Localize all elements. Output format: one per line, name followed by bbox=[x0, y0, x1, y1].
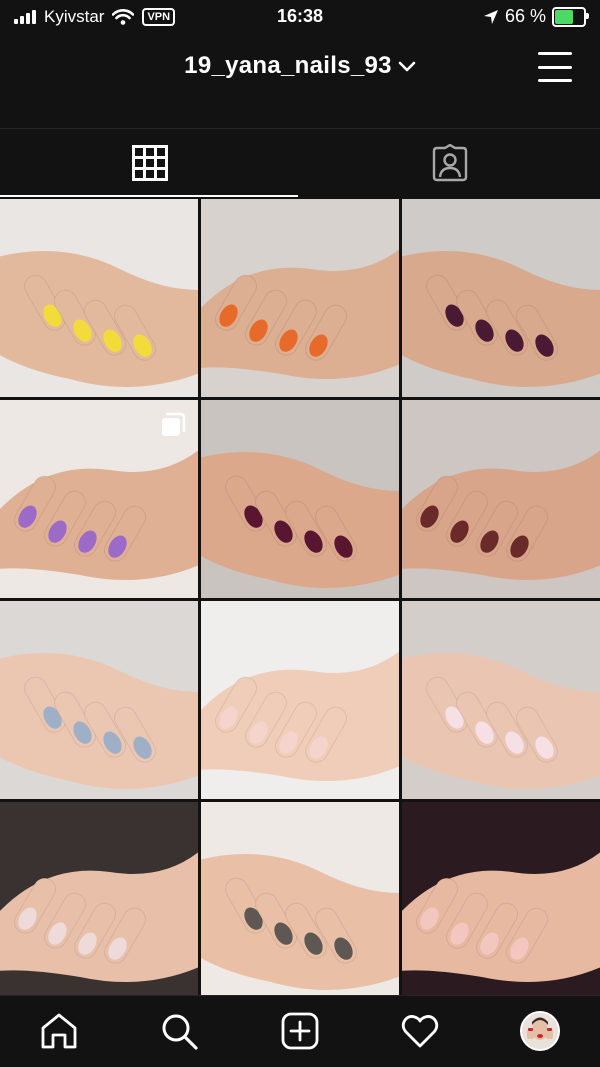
status-right: 66 % bbox=[483, 6, 589, 27]
nav-activity[interactable] bbox=[398, 1009, 442, 1053]
post-image bbox=[201, 199, 399, 397]
profile-avatar-icon bbox=[520, 1011, 560, 1051]
menu-line bbox=[538, 65, 572, 69]
grid-icon bbox=[132, 145, 168, 181]
home-icon bbox=[41, 1013, 77, 1049]
nav-home[interactable] bbox=[37, 1009, 81, 1053]
nav-new-post[interactable] bbox=[278, 1009, 322, 1053]
post-image bbox=[201, 601, 399, 799]
chevron-down-icon bbox=[398, 61, 416, 71]
post-image bbox=[201, 400, 399, 598]
post-thumbnail[interactable] bbox=[201, 601, 399, 799]
post-thumbnail[interactable] bbox=[402, 400, 600, 598]
profile-header: 19_yana_nails_93 bbox=[0, 36, 600, 129]
post-thumbnail[interactable] bbox=[0, 802, 198, 995]
nav-search[interactable] bbox=[157, 1009, 201, 1053]
tab-grid[interactable] bbox=[0, 129, 300, 197]
post-image bbox=[201, 802, 399, 995]
status-bar: Kyivstar VPN 16:38 66 % bbox=[0, 0, 600, 36]
post-image bbox=[0, 802, 198, 995]
heart-icon bbox=[401, 1015, 439, 1048]
menu-button[interactable] bbox=[538, 50, 572, 84]
post-thumbnail[interactable] bbox=[201, 400, 399, 598]
post-thumbnail[interactable] bbox=[0, 601, 198, 799]
account-switcher[interactable]: 19_yana_nails_93 bbox=[0, 52, 600, 80]
bottom-nav bbox=[0, 995, 600, 1067]
location-arrow-icon bbox=[483, 9, 498, 24]
post-thumbnail[interactable] bbox=[402, 199, 600, 397]
battery-percent: 66 % bbox=[504, 6, 546, 26]
profile-tabs bbox=[0, 129, 600, 197]
menu-line bbox=[538, 79, 572, 82]
nav-profile[interactable] bbox=[518, 1009, 562, 1053]
post-image bbox=[402, 400, 600, 598]
post-thumbnail[interactable] bbox=[0, 199, 198, 397]
posts-grid bbox=[0, 199, 600, 995]
battery-fill bbox=[555, 9, 574, 24]
battery-icon bbox=[552, 6, 589, 27]
post-image bbox=[0, 601, 198, 799]
multiple-photos-icon bbox=[162, 412, 186, 436]
tagged-person-icon bbox=[432, 144, 468, 182]
menu-line bbox=[538, 52, 572, 55]
post-thumbnail[interactable] bbox=[402, 802, 600, 995]
post-thumbnail[interactable] bbox=[402, 601, 600, 799]
post-image bbox=[402, 802, 600, 995]
add-post-icon bbox=[281, 1012, 319, 1050]
post-image bbox=[402, 601, 600, 799]
tab-tagged[interactable] bbox=[300, 129, 600, 197]
post-thumbnail[interactable] bbox=[0, 400, 198, 598]
post-image bbox=[0, 199, 198, 397]
post-thumbnail[interactable] bbox=[201, 802, 399, 995]
search-icon bbox=[162, 1014, 198, 1050]
active-tab-indicator bbox=[0, 195, 298, 197]
profile-username: 19_yana_nails_93 bbox=[184, 52, 392, 79]
post-image bbox=[402, 199, 600, 397]
post-thumbnail[interactable] bbox=[201, 199, 399, 397]
